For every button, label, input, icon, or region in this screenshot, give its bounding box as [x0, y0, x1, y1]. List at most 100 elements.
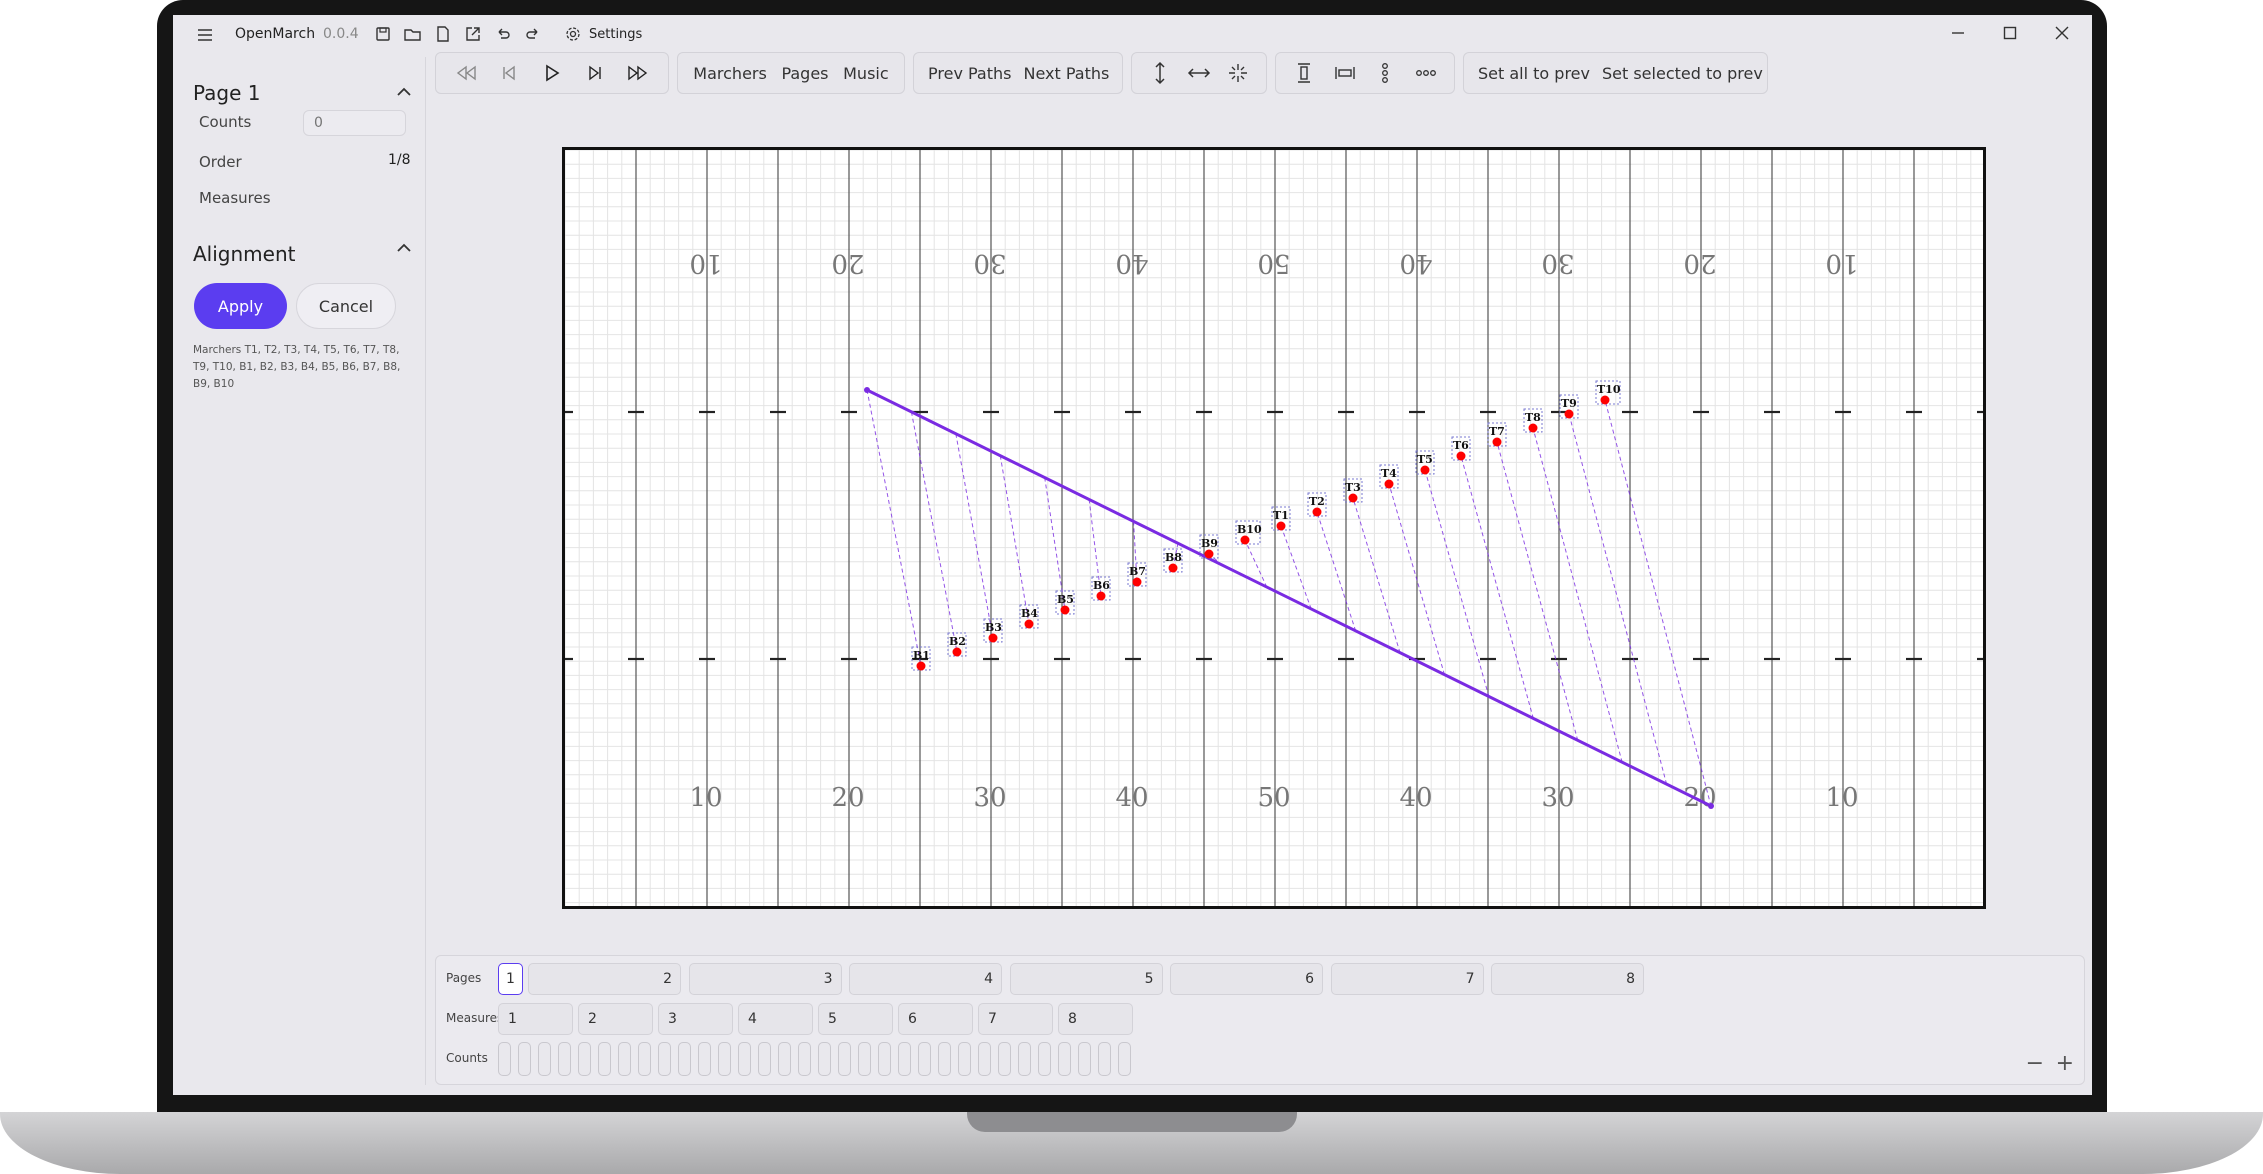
tab-pages[interactable]: Pages	[775, 64, 834, 83]
marcher-dot	[952, 647, 962, 657]
marcher-path	[866, 389, 922, 667]
close-icon[interactable]	[2052, 23, 2072, 43]
timeline-count-box[interactable]	[798, 1042, 811, 1076]
align-horizontal-icon[interactable]	[1186, 60, 1212, 86]
zoom-out-button[interactable]: −	[2026, 1051, 2044, 1076]
football-field[interactable]: 101020203030404050504040303020201010B1B2…	[565, 150, 1983, 906]
marcher-label: T8	[1525, 411, 1541, 424]
timeline-page-7[interactable]: 7	[1330, 963, 1484, 995]
set-prev-tools: Set all to prev Set selected to prev	[1463, 52, 1768, 94]
marcher-dot	[1492, 437, 1502, 447]
timeline-count-box[interactable]	[1118, 1042, 1131, 1076]
timeline-measure-2[interactable]: 2	[578, 1003, 653, 1035]
timeline-count-box[interactable]	[638, 1042, 651, 1076]
timeline-count-box[interactable]	[598, 1042, 611, 1076]
yard-number: 10	[689, 248, 722, 278]
open-folder-icon[interactable]	[403, 24, 423, 44]
timeline-measure-6[interactable]: 6	[898, 1003, 973, 1035]
timeline-measure-3[interactable]: 3	[658, 1003, 733, 1035]
timeline-measure-4[interactable]: 4	[738, 1003, 813, 1035]
align-vertical-icon[interactable]	[1147, 60, 1173, 86]
undo-icon[interactable]	[493, 24, 513, 44]
settings-button[interactable]: Settings	[563, 24, 642, 44]
horizontal-dots-icon[interactable]	[1413, 60, 1439, 86]
timeline-count-box[interactable]	[838, 1042, 851, 1076]
timeline-count-box[interactable]	[1078, 1042, 1091, 1076]
timeline-count-box[interactable]	[978, 1042, 991, 1076]
fast-forward-icon[interactable]	[625, 60, 651, 86]
timeline-count-box[interactable]	[618, 1042, 631, 1076]
prev-paths-button[interactable]: Prev Paths	[922, 64, 1017, 83]
distribute-vertical-icon[interactable]	[1291, 60, 1317, 86]
previous-icon[interactable]	[496, 60, 522, 86]
timeline-page-8[interactable]: 8	[1491, 963, 1644, 995]
counts-input[interactable]	[303, 110, 406, 136]
maximize-icon[interactable]	[2000, 23, 2020, 43]
timeline-page-4[interactable]: 4	[849, 963, 1002, 995]
timeline-page-3[interactable]: 3	[688, 963, 842, 995]
set-selected-prev-button[interactable]: Set selected to prev	[1596, 64, 1769, 83]
timeline-count-box[interactable]	[558, 1042, 571, 1076]
set-all-prev-button[interactable]: Set all to prev	[1472, 64, 1596, 83]
next-paths-button[interactable]: Next Paths	[1017, 64, 1115, 83]
chevron-up-icon[interactable]	[393, 237, 415, 259]
timeline-count-box[interactable]	[678, 1042, 691, 1076]
minimize-icon[interactable]	[1948, 23, 1968, 43]
alignment-title: Alignment	[193, 242, 296, 266]
save-icon[interactable]	[373, 24, 393, 44]
new-file-icon[interactable]	[433, 24, 453, 44]
timeline-count-box[interactable]	[718, 1042, 731, 1076]
redo-icon[interactable]	[523, 24, 543, 44]
timeline-count-box[interactable]	[658, 1042, 671, 1076]
rewind-icon[interactable]	[453, 60, 479, 86]
timeline-measure-8[interactable]: 8	[1058, 1003, 1133, 1035]
next-icon[interactable]	[582, 60, 608, 86]
timeline-count-box[interactable]	[758, 1042, 771, 1076]
export-icon[interactable]	[463, 24, 483, 44]
timeline-count-box[interactable]	[958, 1042, 971, 1076]
chevron-up-icon[interactable]	[393, 81, 415, 103]
evenly-distribute-icon[interactable]	[1225, 60, 1251, 86]
timeline-count-box[interactable]	[858, 1042, 871, 1076]
timeline-page-2[interactable]: 2	[528, 963, 681, 995]
timeline-count-box[interactable]	[878, 1042, 891, 1076]
timeline-count-box[interactable]	[818, 1042, 831, 1076]
play-icon[interactable]	[539, 60, 565, 86]
marcher-label: B4	[1021, 607, 1038, 620]
timeline-measure-5[interactable]: 5	[818, 1003, 893, 1035]
timeline-count-box[interactable]	[898, 1042, 911, 1076]
timeline-measure-1[interactable]: 1	[498, 1003, 573, 1035]
timeline-count-box[interactable]	[698, 1042, 711, 1076]
timeline-count-box[interactable]	[998, 1042, 1011, 1076]
alignment-marchers-list: Marchers T1, T2, T3, T4, T5, T6, T7, T8,…	[193, 344, 401, 390]
apply-button[interactable]: Apply	[194, 283, 287, 329]
tab-marchers[interactable]: Marchers	[687, 64, 773, 83]
timeline-count-box[interactable]	[1018, 1042, 1031, 1076]
menu-icon[interactable]	[195, 25, 215, 45]
timeline-count-box[interactable]	[538, 1042, 551, 1076]
marcher-dot	[988, 633, 998, 643]
timeline-count-box[interactable]	[918, 1042, 931, 1076]
tab-music[interactable]: Music	[837, 64, 895, 83]
timeline-count-box[interactable]	[938, 1042, 951, 1076]
timeline-measure-7[interactable]: 7	[978, 1003, 1053, 1035]
timeline-count-box[interactable]	[1038, 1042, 1051, 1076]
timeline-page-6[interactable]: 6	[1170, 963, 1323, 995]
vertical-dots-icon[interactable]	[1372, 60, 1398, 86]
marcher-dot	[1132, 577, 1142, 587]
timeline-count-box[interactable]	[498, 1042, 511, 1076]
timeline-count-box[interactable]	[778, 1042, 791, 1076]
timeline-count-box[interactable]	[578, 1042, 591, 1076]
yard-number: 20	[831, 783, 864, 813]
timeline-count-box[interactable]	[738, 1042, 751, 1076]
marcher-path	[955, 433, 994, 639]
timeline-count-box[interactable]	[1058, 1042, 1071, 1076]
timeline-count-box[interactable]	[518, 1042, 531, 1076]
timeline-page-5[interactable]: 5	[1009, 963, 1163, 995]
field-canvas[interactable]: 10 10 20 20 30 30 40 40 50 50 40 40 30 30 20 20 10 10 B1 B2…	[562, 147, 1986, 909]
timeline-count-box[interactable]	[1098, 1042, 1111, 1076]
cancel-button[interactable]: Cancel	[296, 283, 396, 329]
timeline-page-1[interactable]: 1	[498, 963, 523, 995]
zoom-in-button[interactable]: +	[2056, 1051, 2074, 1076]
distribute-horizontal-icon[interactable]	[1332, 60, 1358, 86]
